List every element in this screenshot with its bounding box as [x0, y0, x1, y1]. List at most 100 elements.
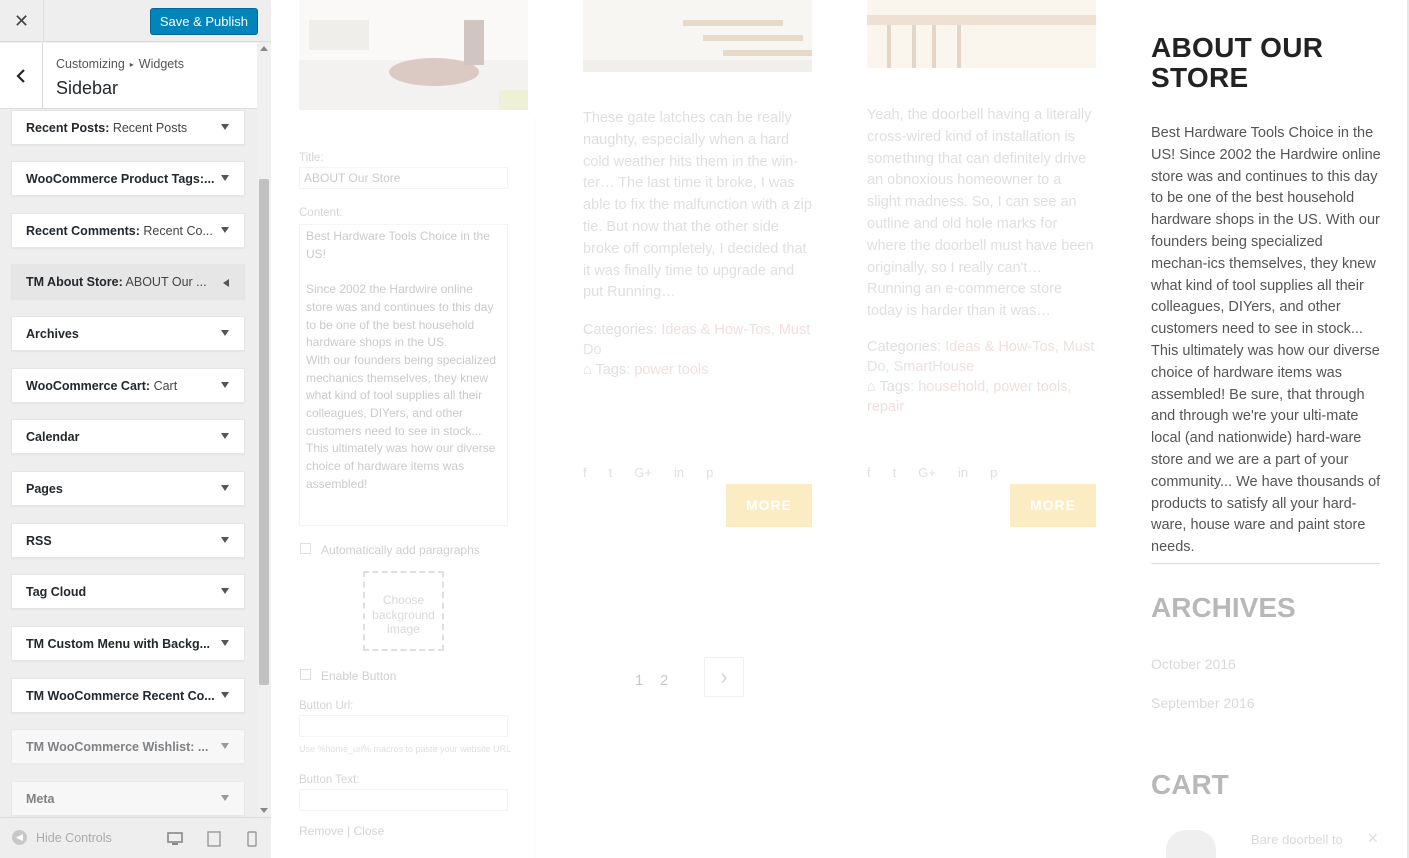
chevron-left-icon: [16, 69, 25, 83]
button-text-field[interactable]: [299, 789, 508, 811]
post-tags[interactable]: power tools: [634, 362, 708, 378]
pinterest-icon[interactable]: p: [990, 465, 997, 480]
title-field-label: Title:: [299, 152, 324, 164]
widget-name: TM WooCommerce Wishlist: ...: [26, 740, 209, 754]
scroll-down-arrow-icon[interactable]: [260, 808, 268, 813]
caret-down-icon[interactable]: [221, 330, 229, 336]
widget-form-preview: Title: ABOUT Our Store Content: Best Har…: [299, 117, 535, 858]
auto-paragraphs-label: Automatically add paragraphs: [321, 543, 480, 557]
widget-title: Cart: [150, 379, 178, 393]
widget-name: RSS: [26, 534, 52, 548]
caret-down-icon[interactable]: [221, 588, 229, 594]
close-customizer-button[interactable]: ✕: [0, 0, 44, 42]
caret-down-icon[interactable]: [221, 692, 229, 698]
close-link[interactable]: Close: [353, 824, 384, 838]
post-excerpt: These gate latches can be really naughty…: [583, 110, 812, 301]
scrollbar-thumb[interactable]: [259, 179, 269, 685]
widget-tm-woocommerce-wishlist[interactable]: TM WooCommerce Wishlist: ...: [11, 729, 245, 764]
remove-link[interactable]: Remove: [299, 824, 344, 838]
caret-down-icon[interactable]: [221, 175, 229, 181]
widget-recent-comments[interactable]: Recent Comments: Recent Co...: [11, 213, 245, 248]
desktop-preview-icon[interactable]: [166, 830, 184, 848]
widget-meta[interactable]: Meta: [11, 781, 245, 816]
next-page-button[interactable]: ›: [704, 657, 744, 697]
facebook-icon[interactable]: f: [583, 465, 587, 480]
tags-label: Tags:: [879, 379, 915, 395]
widget-rss[interactable]: RSS: [11, 523, 245, 558]
title-field[interactable]: ABOUT Our Store: [299, 167, 508, 189]
widget-tag-cloud[interactable]: Tag Cloud: [11, 574, 245, 609]
widget-recent-posts[interactable]: Recent Posts: Recent Posts: [11, 110, 245, 145]
caret-down-icon[interactable]: [221, 227, 229, 233]
panel-scrollbar[interactable]: [257, 43, 271, 817]
twitter-icon[interactable]: t: [893, 465, 897, 480]
caret-left-icon[interactable]: [223, 279, 229, 287]
section-title: Sidebar: [56, 78, 119, 98]
stairs-image: [583, 0, 812, 72]
caret-down-icon[interactable]: [221, 640, 229, 646]
enable-button-label: Enable Button: [321, 669, 397, 683]
page-2-link[interactable]: 2: [660, 672, 668, 689]
breadcrumb-widgets: Widgets: [138, 57, 184, 71]
back-button[interactable]: [0, 43, 43, 109]
widget-calendar[interactable]: Calendar: [11, 419, 245, 454]
content-field[interactable]: Best Hardware Tools Choice in the US! Si…: [299, 224, 508, 526]
linkedin-icon[interactable]: in: [958, 465, 968, 480]
linkedin-icon[interactable]: in: [674, 465, 684, 480]
tag-icon: ⌂: [583, 362, 596, 378]
remove-cart-item-icon[interactable]: ✕: [1367, 830, 1379, 847]
caret-down-icon[interactable]: [221, 124, 229, 130]
google-plus-icon[interactable]: G+: [918, 465, 936, 480]
breadcrumb-customizing: Customizing: [56, 57, 125, 71]
widget-name: TM Custom Menu with Backg...: [26, 637, 211, 651]
button-url-field[interactable]: [299, 715, 508, 737]
button-url-label: Button Url:: [299, 700, 354, 712]
content-field-label: Content:: [299, 207, 343, 219]
archive-link[interactable]: October 2016: [1151, 656, 1236, 672]
customizer-footer: ◀ Hide Controls: [0, 817, 271, 858]
widget-name: Tag Cloud: [26, 585, 87, 599]
breadcrumb: Customizing ▸ Widgets: [56, 57, 184, 71]
widget-archives[interactable]: Archives: [11, 316, 245, 351]
caret-down-icon[interactable]: [221, 433, 229, 439]
pinterest-icon[interactable]: p: [706, 465, 713, 480]
facebook-icon[interactable]: f: [867, 465, 871, 480]
caret-down-icon[interactable]: [221, 743, 229, 749]
google-plus-icon[interactable]: G+: [634, 465, 652, 480]
widget-name: Meta: [26, 792, 55, 806]
widget-woocommerce-product-tags[interactable]: WooCommerce Product Tags:...: [11, 161, 245, 196]
widget-woocommerce-cart[interactable]: WooCommerce Cart: Cart: [11, 368, 245, 403]
hide-controls-button[interactable]: ◀ Hide Controls: [12, 830, 112, 845]
cart-item-name[interactable]: Bare doorbell to: [1251, 832, 1343, 847]
widget-tm-custom-menu[interactable]: TM Custom Menu with Backg...: [11, 626, 245, 661]
caret-down-icon[interactable]: [221, 485, 229, 491]
more-button[interactable]: MORE: [726, 484, 812, 527]
collapse-arrow-icon: ◀: [12, 830, 27, 845]
widget-title: ABOUT Our ...: [122, 275, 207, 289]
enable-button-checkbox[interactable]: [300, 669, 311, 680]
save-publish-button[interactable]: Save & Publish: [149, 8, 258, 35]
mobile-preview-icon[interactable]: [243, 830, 261, 848]
twitter-icon[interactable]: t: [609, 465, 613, 480]
choose-background-button[interactable]: Choose background image: [363, 571, 444, 651]
archives-heading: ARCHIVES: [1151, 592, 1296, 623]
caret-down-icon[interactable]: [221, 382, 229, 388]
widget-title: Recent Posts: [109, 121, 188, 135]
widget-name: Archives: [26, 327, 79, 341]
customizer-screen: ✕ Save & Publish Customizing ▸ Widgets Sid…: [0, 0, 1409, 858]
widget-tm-about-store[interactable]: TM About Store: ABOUT Our ...: [11, 264, 245, 299]
chair-image: [299, 0, 528, 110]
archive-link[interactable]: September 2016: [1151, 695, 1255, 711]
scroll-up-arrow-icon[interactable]: [260, 46, 268, 51]
widget-name: Recent Comments:: [26, 224, 140, 238]
auto-paragraphs-checkbox[interactable]: [300, 543, 311, 554]
close-icon: ✕: [13, 10, 30, 31]
widget-tm-woocommerce-recent-comments[interactable]: TM WooCommerce Recent Co...: [11, 678, 245, 713]
caret-down-icon[interactable]: [221, 795, 229, 801]
more-button[interactable]: MORE: [1010, 484, 1096, 527]
caret-down-icon[interactable]: [221, 537, 229, 543]
widget-pages[interactable]: Pages: [11, 471, 245, 506]
tablet-preview-icon[interactable]: [205, 830, 223, 848]
about-store-title: ABOUT OUR STORE: [1151, 32, 1324, 93]
page-1-link[interactable]: 1: [635, 672, 643, 689]
